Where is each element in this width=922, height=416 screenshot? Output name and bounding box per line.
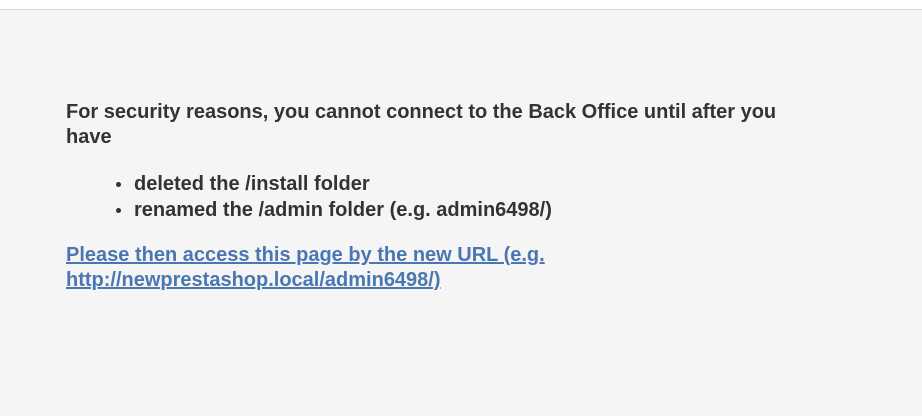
list-item-delete-install: deleted the /install folder — [116, 171, 846, 197]
security-notice-content: For security reasons, you cannot connect… — [66, 100, 846, 293]
requirements-list: deleted the /install folder renamed the … — [66, 171, 846, 223]
new-url-link[interactable]: Please then access this page by the new … — [66, 243, 766, 293]
list-item-rename-admin: renamed the /admin folder (e.g. admin649… — [116, 197, 846, 223]
security-notice-panel: For security reasons, you cannot connect… — [0, 9, 922, 416]
security-message: For security reasons, you cannot connect… — [66, 101, 777, 148]
